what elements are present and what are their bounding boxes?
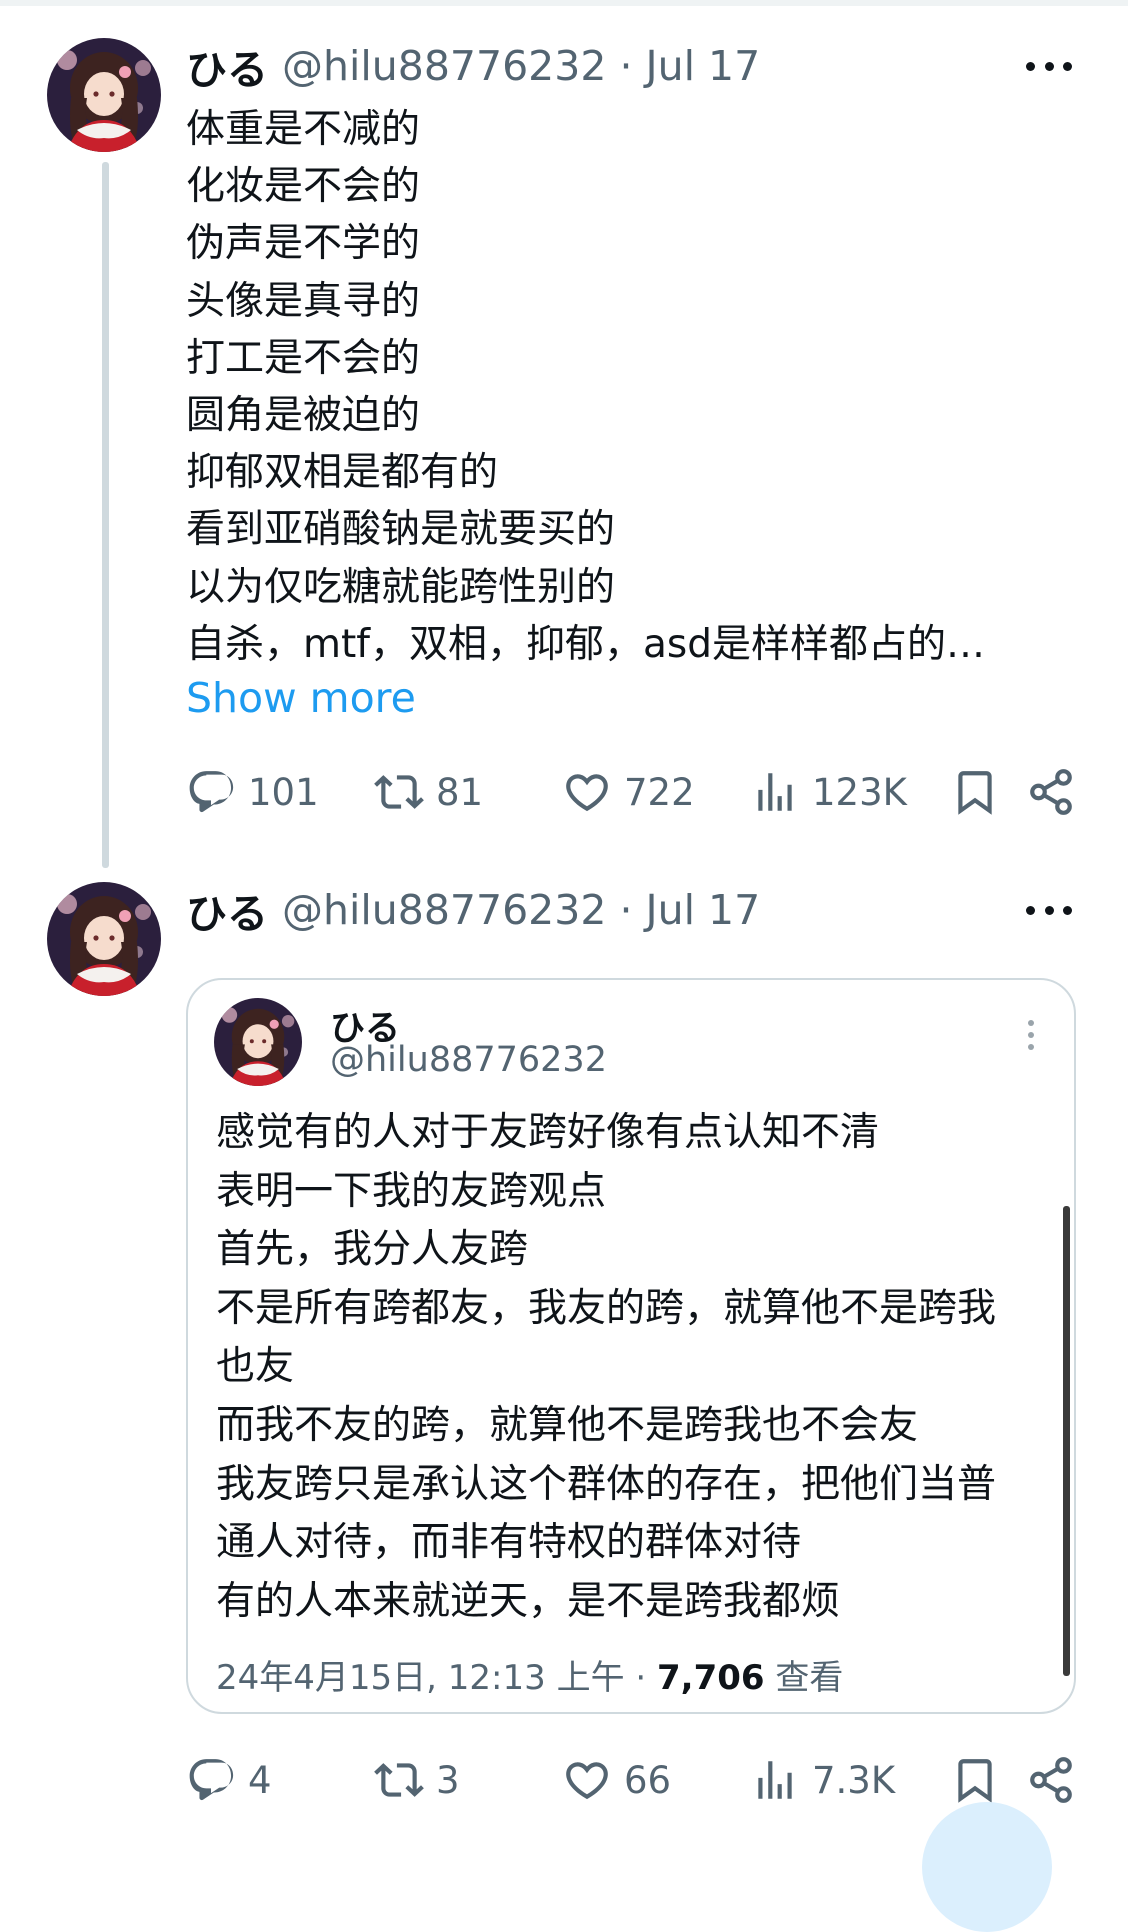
quoted-line: 不是所有跨都友，我友的跨，就算他不是跨我 (216, 1285, 997, 1331)
quoted-views-label: 查看 (764, 1658, 844, 1698)
tweet-header: ひる @hilu88776232 · Jul 17 (186, 38, 760, 94)
show-more-link[interactable]: Show more (186, 674, 416, 722)
repost-icon (374, 767, 424, 817)
tweet-line: 打工是不会的 (186, 335, 421, 381)
like-count: 66 (624, 1758, 672, 1802)
bookmark-button[interactable] (950, 764, 1000, 820)
reply-button[interactable]: 101 (186, 764, 319, 820)
quoted-line: 感觉有的人对于友跨好像有点认知不清 (216, 1110, 880, 1155)
author-handle-date[interactable]: @hilu88776232 · Jul 17 (282, 42, 760, 90)
views-button[interactable]: 7.3K (750, 1752, 895, 1808)
bookmark-icon (950, 1755, 1000, 1805)
tweet-line: 抑郁双相是都有的 (186, 450, 499, 496)
like-button[interactable]: 722 (562, 764, 695, 820)
tweet-header: ひる @hilu88776232 · Jul 17 (186, 882, 760, 938)
reply-count: 4 (248, 1758, 272, 1802)
quoted-line: 通人对待，而非有特权的群体对待 (216, 1520, 802, 1566)
quoted-line: 我友跨只是承认这个群体的存在，把他们当普 (216, 1461, 997, 1507)
views-button[interactable]: 123K (750, 764, 907, 820)
repost-button[interactable]: 81 (374, 764, 483, 820)
tweet-line: 伪声是不学的 (186, 221, 421, 267)
bookmark-icon (950, 767, 1000, 817)
quoted-meta: 24年4月15日, 12:13 上午 · 7,706 查看 (216, 1650, 843, 1699)
share-button[interactable] (1026, 764, 1076, 820)
tweet-line: 体重是不减的 (186, 107, 421, 152)
repost-count: 81 (436, 770, 484, 814)
avatar-image (214, 998, 302, 1086)
bookmark-button[interactable] (950, 1752, 1000, 1808)
like-button[interactable]: 66 (562, 1752, 671, 1808)
thread-connector-line (102, 162, 109, 868)
quoted-date: 24年4月15日, 12:13 上午 · (216, 1658, 657, 1698)
reply-count: 101 (248, 770, 319, 814)
scrollbar (1063, 1206, 1070, 1676)
avatar-image (47, 882, 161, 996)
repost-button[interactable]: 3 (374, 1752, 460, 1808)
avatar[interactable] (47, 882, 161, 996)
tweet-line: 看到亚硝酸钠是就要买的 (186, 507, 616, 553)
share-button[interactable] (1026, 1752, 1076, 1808)
quoted-author-handle: @hilu88776232 (330, 1040, 607, 1080)
tweet-line: 以为仅吃糖就能跨性别的 (186, 564, 616, 610)
reply-button[interactable]: 4 (186, 1752, 272, 1808)
quoted-line: 首先，我分人友跨 (216, 1227, 529, 1273)
author-handle-date[interactable]: @hilu88776232 · Jul 17 (282, 886, 760, 934)
author-name[interactable]: ひる (186, 36, 268, 96)
more-icon[interactable] (1026, 56, 1072, 76)
action-bar: 4 3 66 7.3K (186, 1752, 1076, 1808)
share-icon (1026, 1755, 1076, 1805)
tweet-line: 自杀，mtf，双相，抑郁，asd是样样都占的… (186, 621, 985, 667)
action-bar: 101 81 722 123K (186, 764, 1076, 820)
kebab-icon (1028, 1020, 1034, 1050)
views-icon (750, 1755, 800, 1805)
quoted-line: 有的人本来就逆天，是不是跨我都烦 (216, 1578, 841, 1624)
quoted-text: 感觉有的人对于友跨好像有点认知不清 表明一下我的友跨观点 首先，我分人友跨 不是… (216, 1104, 1066, 1631)
tweet-line: 化妆是不会的 (186, 164, 421, 210)
quoted-line: 也友 (216, 1344, 295, 1390)
quoted-line: 表明一下我的友跨观点 (216, 1168, 607, 1214)
avatar[interactable] (47, 38, 161, 152)
repost-icon (374, 1755, 424, 1805)
more-icon[interactable] (1026, 900, 1072, 920)
tweet-line: 圆角是被迫的 (186, 393, 421, 439)
author-name[interactable]: ひる (186, 880, 268, 940)
quoted-views: 7,706 (657, 1658, 765, 1698)
quoted-avatar (214, 998, 302, 1086)
views-icon (750, 767, 800, 817)
like-count: 722 (624, 770, 695, 814)
quoted-line: 而我不友的跨，就算他不是跨我也不会友 (216, 1402, 919, 1448)
top-divider (0, 0, 1128, 6)
tweet-text: 体重是不减的 化妆是不会的 伪声是不学的 头像是真寻的 打工是不会的 圆角是被迫… (186, 101, 1086, 673)
reply-icon (186, 767, 236, 817)
compose-button[interactable] (922, 1802, 1052, 1932)
views-count: 123K (812, 770, 907, 814)
repost-count: 3 (436, 1758, 460, 1802)
views-count: 7.3K (812, 1758, 896, 1802)
tweet-line: 头像是真寻的 (186, 278, 421, 324)
quoted-screenshot[interactable]: ひる @hilu88776232 感觉有的人对于友跨好像有点认知不清 表明一下我… (186, 978, 1076, 1714)
avatar-image (47, 38, 161, 152)
reply-icon (186, 1755, 236, 1805)
like-icon (562, 767, 612, 817)
like-icon (562, 1755, 612, 1805)
share-icon (1026, 767, 1076, 817)
